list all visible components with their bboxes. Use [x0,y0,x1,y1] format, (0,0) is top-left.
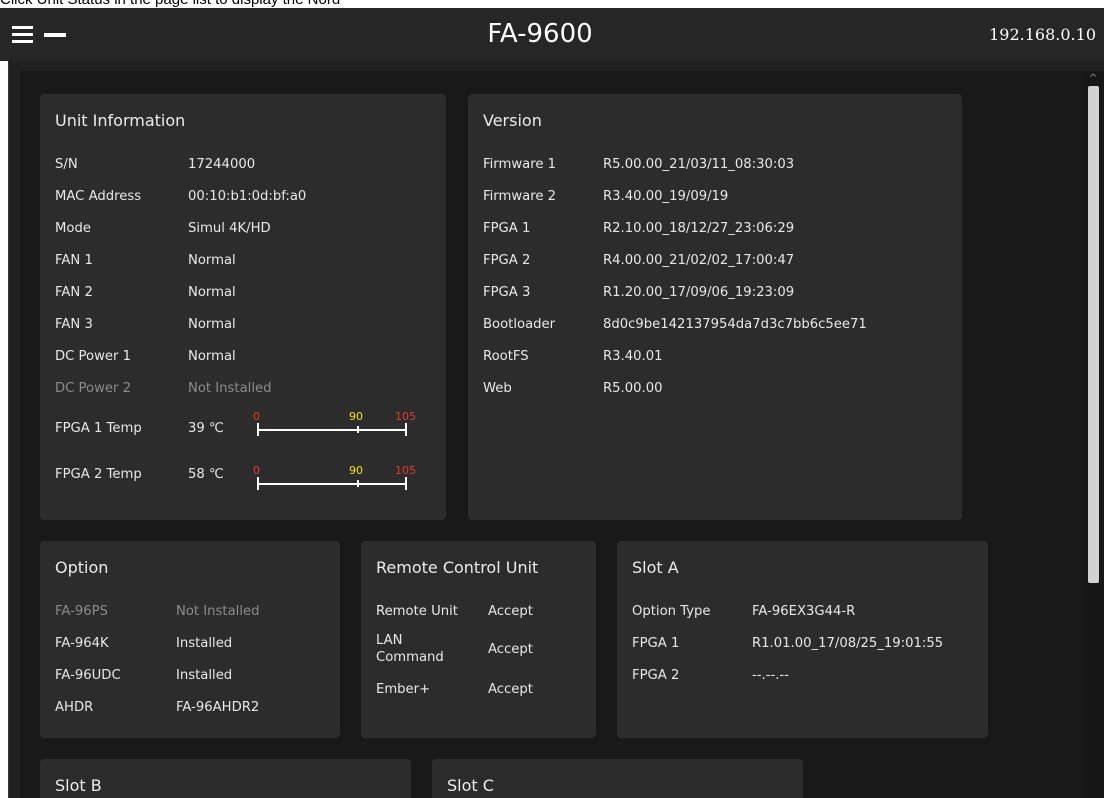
row-label: FPGA 2 [632,668,680,683]
gauge-tick-max [405,477,407,490]
gauge-tick-warn [357,426,359,433]
row-label: Option Type [632,604,711,619]
fpga1-temp-gauge: 0 90 105 [253,410,417,440]
version-panel: Version Firmware 1 R5.00.00_21/03/11_08:3… [468,94,962,520]
row-label-line2: Command [376,650,444,665]
row-label: FAN 2 [55,285,93,300]
row-value: Accept [488,642,533,657]
row-value: Normal [188,317,236,332]
caption-strip: Click Unit Status in the page list to di… [0,0,1104,8]
row-label: FPGA 1 [632,636,680,651]
gauge-min-label: 0 [253,464,260,477]
row-label: Remote Unit [376,604,458,619]
gauge-max-label: 105 [395,410,416,423]
slot-b-panel: Slot B [40,759,411,798]
row-value: 00:10:b1:0d:bf:a0 [188,189,307,204]
panel-title: Version [483,111,542,130]
panel-title: Option [55,558,109,577]
panel-title: Slot A [632,558,679,577]
row-value: R3.40.01 [603,349,663,364]
left-divider [8,61,9,798]
row-value: Normal [188,253,236,268]
slot-a-panel: Slot A Option Type FA-96EX3G44-R FPGA 1 R1… [617,541,988,738]
gauge-tick-min [257,477,259,490]
fpga2-temp-gauge: 0 90 105 [253,464,417,494]
row-label: DC Power 1 [55,349,132,364]
gauge-tick-warn [357,480,359,487]
row-label: Firmware 1 [483,157,557,172]
temp-value: 39 ℃ [188,421,224,436]
ip-address: 192.168.0.10 [989,25,1096,44]
remote-control-unit-panel: Remote Control Unit Remote Unit Accept LA… [361,541,596,738]
scroll-up-arrow-icon[interactable]: ^ [1089,74,1097,84]
row-value: FA-96AHDR2 [176,700,260,715]
panel-title: Slot B [55,776,102,795]
row-label: LAN [376,633,403,648]
gauge-max-label: 105 [395,464,416,477]
row-label: RootFS [483,349,529,364]
top-bar: FA-9600 192.168.0.10 [0,8,1104,61]
row-value: R2.10.00_18/12/27_23:06:29 [603,221,795,236]
row-label: S/N [55,157,78,172]
row-value: Accept [488,604,533,619]
row-label: FA-96UDC [55,668,121,683]
gauge-tick-max [405,423,407,436]
row-label: FPGA 1 Temp [55,421,142,436]
gauge-bar [257,429,407,431]
row-label: DC Power 2 [55,381,132,396]
row-label: Web [483,381,512,396]
caption-text: Click Unit Status in the page list to di… [0,0,340,8]
row-value: R5.00.00 [603,381,663,396]
row-label: Bootloader [483,317,556,332]
row-label: Mode [55,221,91,236]
slot-c-panel: Slot C [432,759,803,798]
row-label: FAN 1 [55,253,93,268]
row-value: Simul 4K/HD [188,221,271,236]
row-label: Ember+ [376,682,431,697]
panel-title: Slot C [447,776,494,795]
option-panel: Option FA-96PS Not Installed FA-964K Insta… [40,541,340,738]
gauge-warn-label: 90 [349,410,363,423]
row-value: Accept [488,682,533,697]
panel-title: Remote Control Unit [376,558,539,577]
row-value: R4.00.00_21/02/02_17:00:47 [603,253,795,268]
row-label: AHDR [55,700,94,715]
gauge-bar [257,483,407,485]
gauge-tick-min [257,423,259,436]
row-value: Installed [176,668,233,683]
row-value: Not Installed [176,604,260,619]
row-label: MAC Address [55,189,142,204]
row-value: R1.20.00_17/09/06_19:23:09 [603,285,795,300]
row-label: FPGA 3 [483,285,531,300]
unit-information-panel: Unit Information S/N 17244000 MAC Addres… [40,94,446,520]
left-margin [0,61,8,798]
gauge-min-label: 0 [253,410,260,423]
row-value: Not Installed [188,381,272,396]
temp-value: 58 ℃ [188,467,224,482]
row-label: FA-96PS [55,604,108,619]
row-label: Firmware 2 [483,189,557,204]
row-value: R5.00.00_21/03/11_08:30:03 [603,157,795,172]
row-label: FAN 3 [55,317,93,332]
row-value: 17244000 [188,157,256,172]
row-label: FPGA 2 Temp [55,467,142,482]
app-title: FA-9600 [487,19,593,49]
row-value: Installed [176,636,233,651]
row-label: FA-964K [55,636,109,651]
row-value: R3.40.00_19/09/19 [603,189,729,204]
row-value: 8d0c9be142137954da7d3c7bb6c5ee71 [603,317,867,332]
row-label: FPGA 2 [483,253,531,268]
panel-title: Unit Information [55,111,186,130]
row-value: Normal [188,349,236,364]
row-value: FA-96EX3G44-R [752,604,856,619]
row-value: R1.01.00_17/08/25_19:01:55 [752,636,944,651]
row-value: --.--.-- [752,668,789,683]
row-label: FPGA 1 [483,221,531,236]
scrollbar-thumb[interactable] [1088,86,1099,583]
gauge-warn-label: 90 [349,464,363,477]
row-value: Normal [188,285,236,300]
